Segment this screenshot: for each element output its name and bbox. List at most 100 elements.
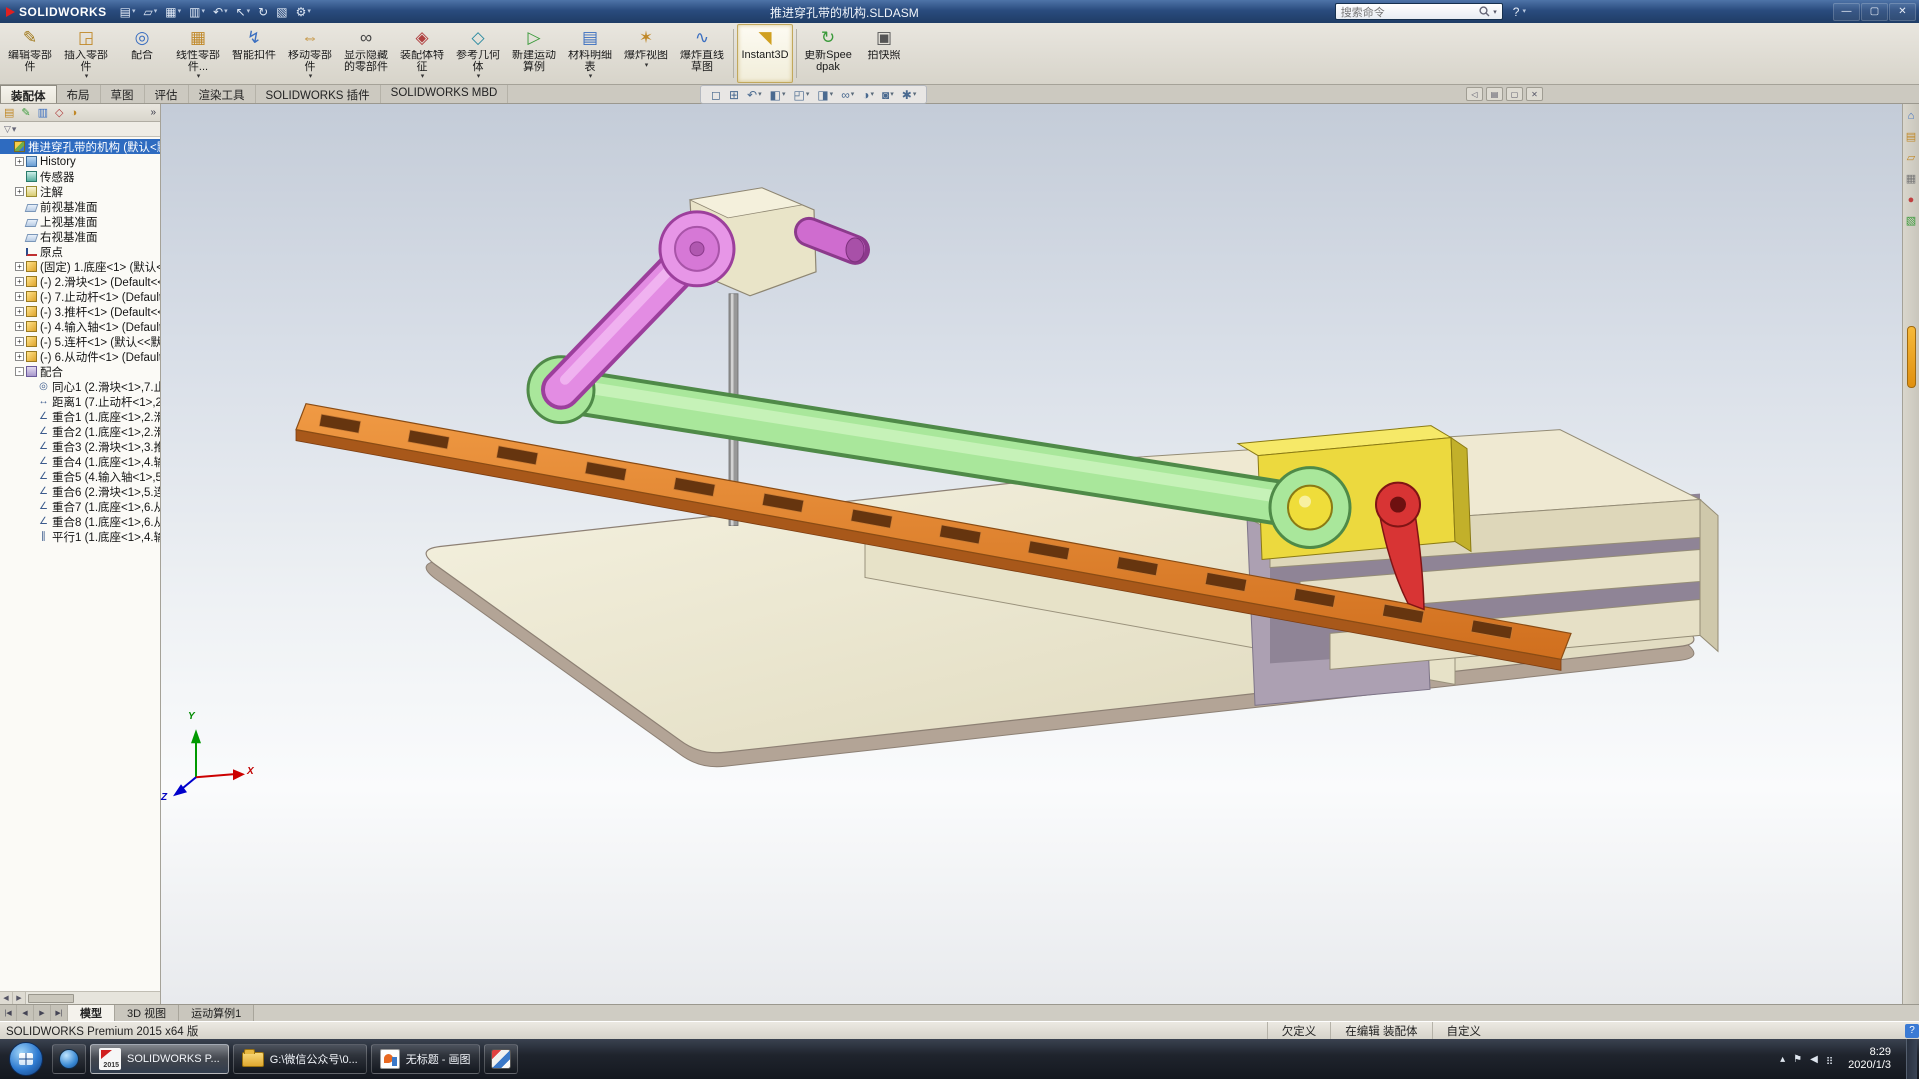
tree-item[interactable]: ∠ 重合7 (1.底座<1>,6.从动... [0,499,160,514]
tree-item[interactable]: ∠ 重合4 (1.底座<1>,4.输入... [0,454,160,469]
model-tab[interactable]: 运动算例1 [179,1005,255,1021]
tree-item[interactable]: ∠ 重合8 (1.底座<1>,6.从动... [0,514,160,529]
hide-show-items-button[interactable]: ∞ ▾ [841,89,854,101]
bill-of-materials-button[interactable]: ▤ 材料明细表 ▾ [562,24,618,83]
volume-icon[interactable]: ◀ [1810,1054,1818,1065]
dimxpertmanager-tab-icon[interactable]: ◇ [55,107,63,119]
tab-solidworks-addins[interactable]: SOLIDWORKS 插件 [256,85,381,103]
close-button[interactable]: ✕ [1889,2,1916,21]
hidden-icons-icon[interactable]: ▴ [1780,1054,1785,1065]
tree-item[interactable]: ∠ 重合2 (1.底座<1>,2.滑块... [0,424,160,439]
take-snapshot-button[interactable]: ▣ 拍快照 [856,24,912,83]
tree-expand-toggle[interactable]: + [15,187,24,196]
scrollbar-thumb[interactable] [28,993,74,1003]
sheet-nav-button[interactable]: ▶| [51,1005,68,1021]
tree-item[interactable]: + (-) 6.从动件<1> (Default<... [0,349,160,364]
task-pane-marker[interactable] [1906,326,1916,388]
configurationmanager-tab-icon[interactable]: ▥ [38,107,48,119]
maximize-button[interactable]: ▢ [1861,2,1888,21]
linear-component-pattern-button[interactable]: ▦ 线性零部件... ▾ [170,24,226,83]
tree-expand-toggle[interactable]: + [15,262,24,271]
custom-properties-icon[interactable]: ▧ [1906,215,1916,227]
mate-button[interactable]: ◎ 配合 [114,24,170,83]
section-view-button[interactable]: ◧ ▾ [770,89,786,101]
options-button[interactable]: ⚙ ▾ [293,2,314,21]
view-orientation-button[interactable]: ◰ ▾ [793,89,809,101]
tree-item[interactable]: ∠ 重合6 (2.滑块<1>,5.连杆... [0,484,160,499]
expand-panel-icon[interactable]: » [150,107,156,118]
tree-item[interactable]: + (-) 2.滑块<1> (Default<<D... [0,274,160,289]
featuremanager-tab-icon[interactable]: ▤ [4,107,14,119]
tree-expand-toggle[interactable]: + [15,352,24,361]
smart-fasteners-button[interactable]: ↯ 智能扣件 [226,24,282,83]
browser-taskbar-button[interactable] [52,1044,86,1074]
tree-item[interactable]: ∠ 重合3 (2.滑块<1>,3.推杆... [0,439,160,454]
reference-geometry-button[interactable]: ◇ 参考几何体 ▾ [450,24,506,83]
tree-expand-toggle[interactable]: + [15,322,24,331]
explode-line-sketch-button[interactable]: ∿ 爆炸直线草图 [674,24,730,83]
insert-components-button[interactable]: ◲ 插入零部件 ▾ [58,24,114,83]
solidworks-resources-icon[interactable]: ⌂ [1908,110,1915,122]
statusbar-help-icon[interactable]: ? [1905,1023,1919,1038]
sheet-nav-button[interactable]: ▶ [34,1005,51,1021]
help-button[interactable]: ? ▾ [1513,5,1526,19]
rebuild-button[interactable]: ↻ [255,2,271,21]
tree-item[interactable]: + (-) 4.输入轴<1> (Default<... [0,319,160,334]
appearances-scenes-icon[interactable]: ● [1908,194,1915,206]
print-button[interactable]: ▥ ▾ [186,2,208,21]
tree-expand-toggle[interactable]: - [15,367,24,376]
tree-item[interactable]: + (-) 3.推杆<1> (Default<<D... [0,304,160,319]
scroll-left-icon[interactable]: ◀ [0,992,13,1004]
tree-expand-toggle[interactable]: + [15,307,24,316]
viewport-3d[interactable]: Y X Z [161,104,1902,1004]
zoom-fit-button[interactable]: ◻ [711,89,721,101]
tree-item[interactable]: 上视基准面 [0,214,160,229]
taskbar-clock[interactable]: 8:29 2020/1/3 [1842,1046,1897,1072]
assembly-features-button[interactable]: ◈ 装配体特征 ▾ [394,24,450,83]
select-button[interactable]: ↖ ▾ [233,2,254,21]
tree-item[interactable]: ∠ 重合1 (1.底座<1>,2.滑块... [0,409,160,424]
feature-tree-filter[interactable]: ▽ ▾ [0,122,160,137]
paint-taskbar-button[interactable]: 无标题 - 画图 [370,1044,480,1074]
tree-item[interactable]: + 注解 [0,184,160,199]
tree-item[interactable]: ◎ 同心1 (2.滑块<1>,7.止动... [0,379,160,394]
action-center-icon[interactable]: ⚑ [1793,1054,1802,1065]
edit-component-button[interactable]: ✎ 编辑零部件 [2,24,58,83]
view-settings-button[interactable]: ✱ ▾ [902,89,917,101]
tree-item[interactable]: + (-) 5.连杆<1> (默认<<默认... [0,334,160,349]
tab-solidworks-mbd[interactable]: SOLIDWORKS MBD [381,85,509,103]
model-tab[interactable]: 3D 视图 [115,1005,180,1021]
view-palette-icon[interactable]: ▦ [1906,173,1916,185]
part-crank[interactable] [541,210,736,410]
tab-render-tools[interactable]: 渲染工具 [189,85,256,103]
tree-item[interactable]: ↔距离1 (7.止动杆<1>,2.滑... [0,394,161,409]
show-desktop-button[interactable] [1906,1039,1917,1079]
file-properties-button[interactable]: ▧ [273,2,290,21]
tree-item[interactable]: + (-) 7.止动杆<1> (Default<... [0,289,160,304]
tree-item[interactable]: 原点 [0,244,160,259]
tree-expand-toggle[interactable]: + [15,292,24,301]
start-button[interactable] [9,1042,43,1076]
tree-item[interactable]: 前视基准面 [0,199,160,214]
part-input-shaft[interactable] [794,216,870,265]
open-button[interactable]: ▱ ▾ [141,2,161,21]
minimize-button[interactable]: — [1833,2,1860,21]
tree-item[interactable]: 右视基准面 [0,229,160,244]
feature-tree-hscrollbar[interactable]: ◀ ▶ [0,991,160,1004]
exploded-view-button[interactable]: ✶ 爆炸视图 ▾ [618,24,674,83]
tree-item[interactable]: + History [0,154,160,169]
tab-assembly[interactable]: 装配体 [0,85,57,103]
pane-close-button[interactable]: ✕ [1526,87,1543,101]
tree-expand-toggle[interactable]: + [15,157,24,166]
tree-expand-toggle[interactable]: + [15,277,24,286]
propertymanager-tab-icon[interactable]: ✎ [21,107,30,119]
zoom-area-button[interactable]: ⊞ [729,89,739,101]
display-style-button[interactable]: ◨ ▾ [817,89,833,101]
model-canvas[interactable] [161,104,1902,1004]
tree-item[interactable]: 推进穿孔带的机构 (默认<默认... [0,139,160,154]
tab-layout[interactable]: 布局 [57,85,101,103]
sheet-nav-button[interactable]: ◀ [17,1005,34,1021]
file-explorer-icon[interactable]: ▱ [1907,152,1915,164]
instant3d-button[interactable]: ◥ Instant3D [737,24,793,83]
previous-view-button[interactable]: ↶ ▾ [747,89,762,101]
